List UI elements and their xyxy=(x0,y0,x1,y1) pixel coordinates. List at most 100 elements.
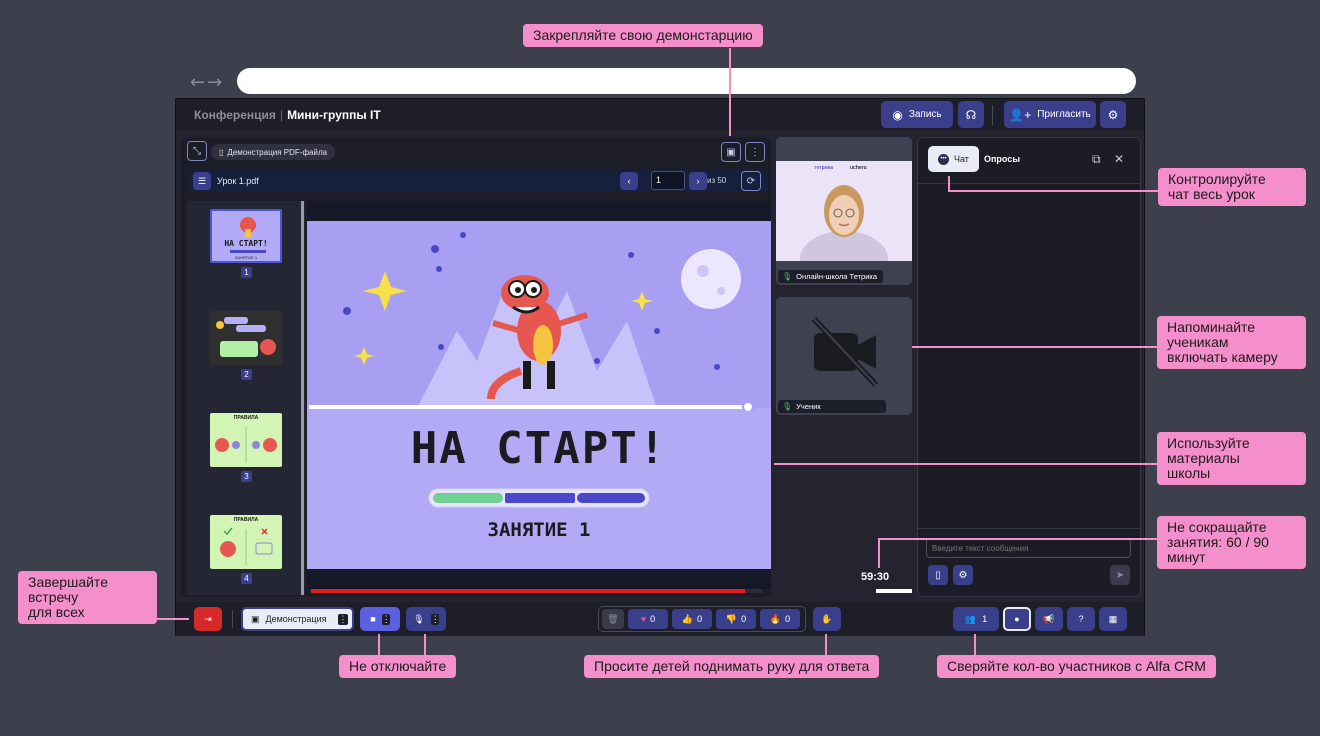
annotation-arrow xyxy=(825,634,827,655)
external-link-icon[interactable]: ⧉ xyxy=(1092,152,1101,167)
pdf-file-name: Урок 1.pdf xyxy=(217,176,259,186)
send-button[interactable]: ➤ xyxy=(1110,565,1130,585)
reaction-thumbs-up[interactable]: 👍 0 xyxy=(672,609,712,629)
more-vertical-icon[interactable]: ⋮ xyxy=(381,613,391,625)
more-options-button[interactable]: ⋮ xyxy=(745,142,765,162)
chevron-right-icon: › xyxy=(696,176,700,186)
video-tile-student[interactable]: 🎙 Ученик xyxy=(776,297,912,415)
delete-reaction-button[interactable]: 🗑 xyxy=(602,609,624,629)
thumbnail-scrollbar[interactable] xyxy=(301,201,304,595)
presentation-tab[interactable]: ▯ Демонстрация PDF-файла xyxy=(211,144,336,160)
divider xyxy=(992,105,993,125)
slide-title: НА СТАРТ! xyxy=(410,423,668,474)
page-title: Мини-группы IT xyxy=(287,108,381,122)
raise-hand-button[interactable]: ✋ xyxy=(813,607,841,631)
heart-icon: ♥ xyxy=(640,614,647,624)
gear-icon: ⚙ xyxy=(1107,107,1119,122)
users-icon: 👥 xyxy=(964,613,977,624)
reaction-heart[interactable]: ♥ 0 xyxy=(628,609,668,629)
record-icon: ◉ xyxy=(892,107,903,122)
participants-button[interactable]: 👥 1 xyxy=(953,607,999,631)
invite-button[interactable]: 👤+ Пригласить xyxy=(1004,101,1096,128)
broadcast-icon: ☊ xyxy=(965,107,977,122)
thumbnail-2[interactable] xyxy=(210,311,282,365)
thumbnail-list[interactable]: НА СТАРТ! ЗАНЯТИЕ 1 1 2 ПРАВИЛА 3 ПРАВИЛ… xyxy=(187,201,305,595)
trash-icon: 🗑 xyxy=(607,613,619,624)
sync-button[interactable]: ⟳ xyxy=(741,171,761,191)
thumbnail-3-title: ПРАВИЛА xyxy=(233,415,259,421)
slide-illustration xyxy=(307,221,771,569)
reaction-thumbs-down[interactable]: 👎 0 xyxy=(716,609,756,629)
invite-label: Пригласить xyxy=(1037,109,1091,120)
expand-button[interactable]: ⤡ xyxy=(187,141,207,161)
camera-button[interactable]: ■ ⋮ xyxy=(360,607,400,631)
teacher-logo-b: ucheru xyxy=(850,165,867,171)
teacher-portrait xyxy=(776,161,912,285)
thumbnail-number: 1 xyxy=(241,267,252,278)
close-icon[interactable]: ✕ xyxy=(1114,152,1124,166)
annotation-arrow xyxy=(948,190,1158,192)
page-number-input[interactable]: 1 xyxy=(651,171,685,190)
chat-settings-button[interactable]: ⚙ xyxy=(953,565,973,585)
participants-count: 1 xyxy=(982,614,988,624)
browser-address-bar[interactable] xyxy=(237,68,1136,94)
broadcast-button[interactable]: ☊ xyxy=(958,101,984,128)
teacher-name: Онлайн-школа Тетрика xyxy=(796,272,878,281)
current-slide: НА СТАРТ! ЗАНЯТИЕ 1 xyxy=(307,221,771,569)
reaction-count: 0 xyxy=(697,614,703,624)
thumbnail-3[interactable]: ПРАВИЛА xyxy=(210,413,282,467)
annotation-arrow xyxy=(729,48,731,136)
student-name-badge: 🎙 Ученик xyxy=(778,400,886,413)
annotation-duration: Не сокращайте занятия: 60 / 90 минут xyxy=(1157,516,1306,569)
thumbnail-number: 3 xyxy=(241,471,252,482)
more-vertical-icon[interactable]: ⋮ xyxy=(430,613,440,625)
reaction-count: 0 xyxy=(741,614,747,624)
tab-polls[interactable]: Опросы xyxy=(984,154,1020,164)
chat-toggle-button[interactable]: ● xyxy=(1003,607,1031,631)
timer-bar xyxy=(876,589,912,593)
annotation-end: Завершайте встречу для всех xyxy=(18,571,157,624)
record-button[interactable]: ◉ Запись xyxy=(881,101,953,128)
thumbnail-2-art xyxy=(216,317,276,357)
announce-button[interactable]: 📢 xyxy=(1035,607,1063,631)
thumbnail-1[interactable]: НА СТАРТ! ЗАНЯТИЕ 1 xyxy=(210,209,282,263)
end-meeting-button[interactable]: ⇥ xyxy=(194,607,222,631)
reaction-count: 0 xyxy=(650,614,656,624)
pin-demo-button[interactable]: ▣ xyxy=(721,142,741,162)
pdf-toolbar: ☰ Урок 1.pdf ‹ 1 › из 50 ⟳ xyxy=(189,170,769,192)
file-icon: ▯ xyxy=(935,569,941,581)
fire-icon: 🔥 xyxy=(769,613,782,624)
annotation-arrow xyxy=(878,538,1157,540)
lesson-progress-fill xyxy=(311,589,745,593)
microphone-button[interactable]: 🎙 ⋮ xyxy=(406,607,446,631)
annotation-crm: Сверяйте кол-во участников с Alfa CRM xyxy=(937,655,1216,678)
help-button[interactable]: ? xyxy=(1067,607,1095,631)
conference-window: Конференция | Мини-группы IT ◉ Запись ☊ 👤+… xyxy=(175,98,1145,636)
screen-share-button[interactable]: ▣ Демонстрация ⋮ xyxy=(241,607,354,631)
record-label: Запись xyxy=(908,109,942,120)
annotation-arrow xyxy=(912,346,1157,348)
video-tile-teacher[interactable]: тетрика ucheru 🎙 Онлайн-школа Тетрика xyxy=(776,137,912,285)
settings-button[interactable]: ⚙ xyxy=(1100,101,1126,128)
thumbnails-toggle[interactable]: ☰ xyxy=(193,172,211,190)
menu-icon: ☰ xyxy=(197,175,207,186)
annotation-chat: Контролируйте чат весь урок xyxy=(1158,168,1306,206)
layout-button[interactable]: ▦ xyxy=(1099,607,1127,631)
thumbnail-1-sub: ЗАНЯТИЕ 1 xyxy=(234,255,258,260)
chat-icon: ••• xyxy=(938,153,949,165)
annotation-arrow xyxy=(157,618,189,620)
reaction-fire[interactable]: 🔥 0 xyxy=(760,609,800,629)
thumbnail-4[interactable]: ПРАВИЛА xyxy=(210,515,282,569)
pin-screen-icon: ▣ xyxy=(726,146,736,158)
exit-icon: ⇥ xyxy=(204,613,212,624)
breadcrumb-parent[interactable]: Конференция xyxy=(194,108,276,122)
browser-nav-arrows[interactable]: ←→ xyxy=(190,72,224,93)
next-page-button[interactable]: › xyxy=(689,172,707,190)
slide-stage: НА СТАРТ! ЗАНЯТИЕ 1 xyxy=(307,201,771,589)
attach-file-button[interactable]: ▯ xyxy=(928,565,948,585)
tab-chat[interactable]: ••• Чат xyxy=(928,146,979,172)
more-vertical-icon[interactable]: ⋮ xyxy=(338,613,348,625)
prev-page-button[interactable]: ‹ xyxy=(620,172,638,190)
teacher-logo-a: тетрика xyxy=(814,165,834,171)
chat-message-input[interactable] xyxy=(926,538,1131,558)
